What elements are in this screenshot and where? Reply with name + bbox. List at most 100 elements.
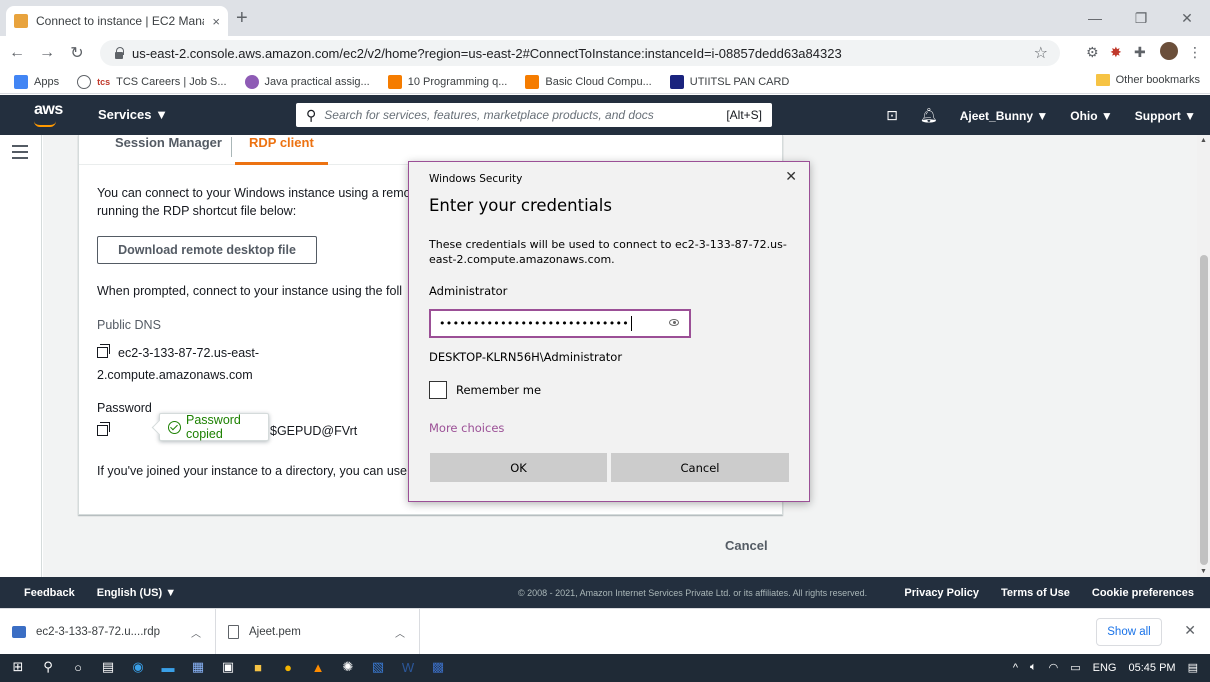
wifi-icon[interactable]: ◠ — [1049, 661, 1059, 674]
lock-icon — [114, 47, 124, 59]
scrollbar-thumb[interactable] — [1200, 255, 1208, 565]
more-choices-link[interactable]: More choices — [429, 421, 504, 435]
settings-gear-icon[interactable]: ✺ — [340, 659, 356, 675]
checkbox-box[interactable] — [429, 381, 447, 399]
store-icon[interactable]: ▬ — [160, 659, 176, 675]
public-dns-value-line2: 2.compute.amazonaws.com — [97, 368, 253, 382]
language-selector[interactable]: English (US) ▼ — [97, 587, 176, 599]
windows-start-icon[interactable]: ⊞ — [10, 659, 26, 675]
file-icon — [228, 625, 239, 639]
copy-password-icon[interactable] — [97, 422, 110, 436]
notifications-bell-icon[interactable]: 🔔︎ — [920, 107, 938, 124]
search-shortcut: [Alt+S] — [726, 108, 762, 122]
windows-security-dialog: Windows Security ✕ Enter your credential… — [408, 161, 810, 502]
download-rdp-file-button[interactable]: Download remote desktop file — [97, 236, 317, 264]
scroll-up-icon[interactable]: ▲ — [1200, 137, 1207, 144]
services-menu[interactable]: Services ▼ — [98, 107, 168, 122]
aws-top-nav: aws Services ▼ ⚲ Search for services, fe… — [0, 95, 1210, 135]
battery-icon[interactable]: ▭ — [1070, 661, 1080, 674]
dialog-ok-button[interactable]: OK — [430, 453, 607, 482]
word-icon[interactable]: W — [400, 659, 416, 675]
password-mask: •••••••••••••••••••••••••••• — [439, 317, 630, 330]
cancel-button[interactable]: Cancel — [725, 538, 768, 553]
bookmark-pan[interactable]: UTIITSL PAN CARD — [669, 74, 789, 89]
copy-dns-icon[interactable] — [97, 344, 110, 358]
tab-session-manager[interactable]: Session Manager — [115, 135, 222, 165]
blogger-icon — [387, 74, 402, 89]
bookmark-programming[interactable]: 10 Programming q... — [387, 74, 507, 89]
reload-icon[interactable]: ↻ — [64, 43, 90, 63]
browser-tab-strip: Connect to instance | EC2 Manag × + — ❐ … — [0, 0, 1210, 36]
address-bar[interactable]: us-east-2.console.aws.amazon.com/ec2/v2/… — [100, 40, 1060, 66]
bookmark-tcs[interactable]: tcs TCS Careers | Job S... — [77, 74, 227, 89]
new-tab-button[interactable]: + — [236, 8, 248, 28]
search-icon[interactable]: ⚲ — [40, 659, 56, 675]
lock-app-icon[interactable]: ▣ — [220, 659, 236, 675]
remote-desktop-icon[interactable]: ▩ — [430, 659, 446, 675]
dialog-close-icon[interactable]: ✕ — [785, 169, 797, 185]
bookmark-star-icon[interactable]: ☆ — [1034, 43, 1048, 63]
file-explorer-icon[interactable]: ■ — [250, 659, 266, 675]
volume-icon[interactable]: 🔈︎ — [1030, 661, 1037, 674]
vlc-icon[interactable]: ▲ — [310, 659, 326, 675]
task-view-icon[interactable]: ▤ — [100, 659, 116, 675]
support-menu[interactable]: Support ▼ — [1135, 109, 1196, 123]
other-bookmarks[interactable]: Other bookmarks — [1095, 74, 1200, 86]
bookmark-cloud[interactable]: Basic Cloud Compu... — [525, 74, 652, 89]
calculator-icon[interactable]: ▦ — [190, 659, 206, 675]
extension-bug-icon[interactable]: ✸ — [1110, 44, 1122, 62]
chevron-up-icon[interactable]: ︿ — [191, 625, 201, 640]
region-menu[interactable]: Ohio ▼ — [1070, 109, 1113, 123]
privacy-policy-link[interactable]: Privacy Policy — [904, 587, 979, 599]
globe-icon — [77, 74, 92, 89]
reveal-password-eye-icon[interactable] — [669, 319, 679, 326]
chevron-up-icon[interactable]: ︿ — [395, 625, 405, 640]
photos-icon[interactable]: ▧ — [370, 659, 386, 675]
forward-arrow-icon[interactable]: → — [34, 44, 60, 62]
directory-text: If you've joined your instance to a dire… — [97, 464, 407, 478]
close-tab-icon[interactable]: × — [212, 14, 220, 29]
cortana-icon[interactable]: ○ — [70, 659, 86, 675]
remember-me-checkbox[interactable]: Remember me — [429, 381, 541, 399]
scroll-down-icon[interactable]: ▼ — [1200, 568, 1207, 575]
hamburger-menu-icon[interactable] — [12, 145, 28, 159]
browser-tab-ec2[interactable]: Connect to instance | EC2 Manag × — [6, 6, 228, 36]
bookmark-apps[interactable]: Apps — [14, 74, 59, 89]
windows-taskbar: ⊞ ⚲ ○ ▤ ◉ ▬ ▦ ▣ ■ ● ▲ ✺ ▧ W ▩ ^ 🔈︎ ◠ ▭ E… — [0, 654, 1210, 682]
taskbar-icons: ⊞ ⚲ ○ ▤ ◉ ▬ ▦ ▣ ■ ● ▲ ✺ ▧ W ▩ — [10, 659, 446, 675]
account-menu[interactable]: Ajeet_Bunny ▼ — [960, 109, 1049, 123]
copyright-text: © 2008 - 2021, Amazon Internet Services … — [518, 588, 868, 598]
edge-icon[interactable]: ◉ — [130, 659, 146, 675]
dialog-cancel-button[interactable]: Cancel — [611, 453, 789, 482]
password-input[interactable]: •••••••••••••••••••••••••••• — [429, 309, 691, 338]
aws-search-input[interactable]: ⚲ Search for services, features, marketp… — [296, 103, 772, 127]
back-arrow-icon[interactable]: ← — [4, 44, 30, 62]
extension-js-icon[interactable]: ⚙ — [1086, 44, 1099, 62]
page-scrollbar[interactable]: ▲ ▼ — [1197, 135, 1210, 577]
feedback-link[interactable]: Feedback — [24, 587, 75, 599]
dialog-domain-user: DESKTOP-KLRN56H\Administrator — [429, 350, 623, 364]
chevron-up-icon[interactable]: ^ — [1013, 662, 1018, 674]
language-indicator[interactable]: ENG — [1093, 662, 1117, 674]
restore-button[interactable]: ❐ — [1118, 0, 1164, 36]
password-label: Password — [97, 401, 152, 415]
browser-menu-icon[interactable]: ⋮ — [1188, 44, 1202, 62]
cookie-preferences-link[interactable]: Cookie preferences — [1092, 587, 1194, 599]
profile-avatar[interactable] — [1160, 42, 1178, 60]
terms-of-use-link[interactable]: Terms of Use — [1001, 587, 1070, 599]
close-shelf-icon[interactable]: ✕ — [1184, 622, 1196, 639]
extensions-puzzle-icon[interactable]: ✚ — [1134, 44, 1146, 62]
window-close-button[interactable]: ✕ — [1164, 0, 1210, 36]
chrome-icon[interactable]: ● — [280, 659, 296, 675]
minimize-button[interactable]: — — [1072, 0, 1118, 36]
download-item-rdp[interactable]: ec2-3-133-87-72.u....rdp ︿ — [0, 609, 216, 655]
clock-time[interactable]: 05:45 PM — [1129, 662, 1176, 674]
tab-rdp-client[interactable]: RDP client — [235, 135, 328, 165]
cloudshell-icon[interactable]: ⊡ — [886, 107, 898, 124]
notifications-icon[interactable]: ▤ — [1188, 661, 1198, 674]
public-dns-value: ec2-3-133-87-72.us-east- — [97, 344, 259, 360]
aws-logo[interactable]: aws — [34, 101, 63, 127]
download-item-pem[interactable]: Ajeet.pem ︿ — [216, 609, 420, 655]
show-all-downloads-button[interactable]: Show all — [1096, 618, 1162, 646]
bookmark-java[interactable]: Java practical assig... — [244, 74, 370, 89]
